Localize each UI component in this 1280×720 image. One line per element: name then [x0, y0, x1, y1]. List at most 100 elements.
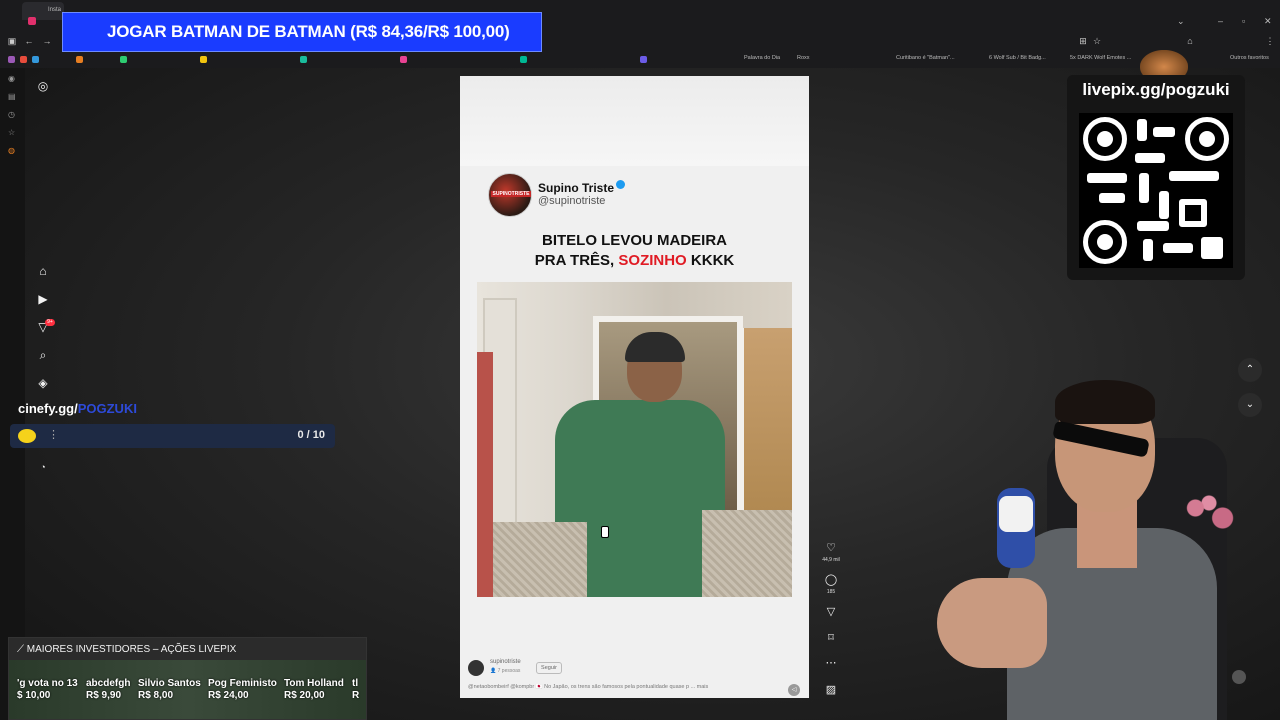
bookmark-icon[interactable] — [640, 56, 647, 63]
donation-alert-banner: JOGAR BATMAN DE BATMAN (R$ 84,36/R$ 100,… — [62, 12, 542, 52]
qr-module — [1159, 191, 1169, 219]
webcam-scene — [1055, 380, 1155, 424]
ticker-name: abcdefgh — [86, 678, 131, 689]
follow-button[interactable]: Seguir — [536, 662, 562, 674]
post-author-avatar: SUPINOTRISTE — [488, 173, 532, 217]
home-icon[interactable]: ⌂ — [33, 261, 53, 281]
headline-line-1: BITELO LEVOU MADEIRA — [541, 232, 727, 249]
qr-module — [1139, 173, 1149, 203]
audio-icon[interactable]: ▨ — [822, 683, 840, 696]
qr-module — [1163, 243, 1193, 253]
instagram-favicon-icon — [28, 17, 36, 25]
home-icon[interactable]: ⌂ — [1183, 36, 1197, 46]
tab-list-icon[interactable]: ⌄ — [1177, 16, 1185, 27]
search-icon[interactable]: ⌕ — [33, 345, 53, 365]
goal-mascot-icon — [18, 429, 36, 443]
footer-username[interactable]: supinotriste — [490, 659, 521, 665]
sidebar-app-icon[interactable]: ◉ — [8, 74, 17, 83]
ticker-value: R$ 9,90 — [86, 690, 122, 701]
sidebar-app-icon[interactable]: ◍ — [8, 146, 17, 155]
instagram-logo-icon[interactable]: ◎ — [33, 76, 53, 96]
ticker-value: R — [352, 690, 360, 701]
bookmark-icon[interactable] — [120, 56, 127, 63]
ticker-name: Tom Holland — [284, 678, 344, 689]
more-options-icon[interactable]: ⋯ — [822, 656, 840, 669]
share-icon[interactable]: ▽ — [822, 605, 840, 618]
bookmark-star-icon[interactable]: ☆ — [1090, 36, 1104, 47]
webcam-scene — [999, 496, 1033, 532]
bookmark-icon[interactable] — [8, 56, 15, 63]
qr-module — [1087, 173, 1127, 183]
cinefy-text: cinefy.gg/ — [18, 401, 78, 416]
video-scene — [477, 352, 493, 597]
bookmark-outros-favoritos[interactable]: Outros favoritos — [1230, 55, 1269, 61]
bookmark-icon[interactable] — [20, 56, 27, 63]
sidebar-history-icon[interactable]: ◷ — [8, 110, 17, 119]
post-caption[interactable]: @netaobombeirf @kompbr 🇯🇵 No Japão, os t… — [468, 684, 778, 690]
save-icon[interactable]: ⌑ — [822, 631, 840, 644]
comment-count: 185 — [826, 589, 836, 595]
post-headline: BITELO LEVOU MADEIRA PRA TRÊS, SOZINHO K… — [460, 231, 809, 271]
tab-title: Insta — [48, 7, 62, 13]
ticker-item: Pog Feministo R$ 24,00 — [208, 678, 277, 702]
qr-code-icon — [1079, 113, 1233, 268]
footer-tagged[interactable]: 👤 7 pessoas — [490, 668, 520, 674]
qr-title: livepix.gg/pogzuki — [1082, 80, 1230, 99]
back-icon[interactable]: ← — [22, 36, 36, 46]
alert-text: JOGAR BATMAN DE BATMAN (R$ 84,36/R$ 100,… — [107, 22, 510, 41]
sidebar-toggle-icon[interactable]: ▣ — [5, 36, 19, 47]
mouse-cursor-icon — [601, 526, 609, 538]
explore-icon[interactable]: ◈ — [33, 373, 53, 393]
comment-icon[interactable]: ◯ — [822, 573, 840, 586]
qr-module — [1137, 119, 1147, 141]
webcam-feed — [937, 378, 1243, 720]
bookmark-palavra-do-dia[interactable]: Palavra do Dia — [744, 55, 780, 61]
video-scene — [739, 328, 792, 518]
post-author-name: Supino Triste — [538, 180, 626, 195]
bookmark-curitibano[interactable]: Curitibano é "Batman"... — [896, 55, 955, 61]
video-scene — [477, 522, 587, 597]
goal-menu-icon: ⋮ — [48, 429, 59, 441]
close-icon[interactable]: ✕ — [1264, 16, 1272, 27]
reel-footer: supinotriste 👤 7 pessoas Seguir @netaobo… — [460, 656, 809, 698]
like-icon[interactable]: ♡ — [822, 541, 840, 554]
ticker-value: R$ 24,00 — [208, 690, 249, 701]
ticker-name: Silvio Santos — [138, 678, 201, 689]
ticker-name: Pog Feministo — [208, 678, 277, 689]
qr-module — [1137, 221, 1169, 231]
maximize-icon[interactable]: ▫ — [1242, 16, 1245, 26]
footer-avatar[interactable] — [468, 660, 484, 676]
threads-icon[interactable]: ◔ — [33, 457, 53, 477]
bookmark-icon[interactable] — [300, 56, 307, 63]
goal-progress-text: 0 / 10 — [297, 429, 325, 441]
webcam-scene — [937, 578, 1047, 668]
bookmark-icon[interactable] — [32, 56, 39, 63]
extensions-icon[interactable]: ⊞ — [1076, 36, 1090, 47]
qr-module — [1201, 237, 1223, 259]
bookmark-icon[interactable] — [200, 56, 207, 63]
qr-module — [1099, 193, 1125, 203]
qr-module — [1143, 239, 1153, 261]
reel-video[interactable] — [477, 282, 792, 597]
cinefy-hidden-text: POGZUKI — [77, 401, 137, 416]
reel-post[interactable]: SUPINOTRISTE Supino Triste @supinotriste… — [460, 76, 809, 698]
bookmark-dark-wolf[interactable]: 5x DARK Wolf Emotes ... — [1070, 55, 1131, 61]
minimize-icon[interactable]: – — [1218, 16, 1223, 26]
forward-icon[interactable]: → — [40, 36, 54, 46]
sidebar-app-icon[interactable]: ▤ — [8, 92, 17, 101]
sidebar-favorites-icon[interactable]: ☆ — [8, 128, 17, 137]
bookmark-icon[interactable] — [400, 56, 407, 63]
headline-line-2: PRA TRÊS, SOZINHO KKKK — [460, 251, 809, 271]
qr-finder — [1083, 220, 1127, 264]
notification-badge: 9+ — [45, 319, 55, 326]
bookmark-wolf-sub[interactable]: 6 Wolf Sub / Bit Badg... — [989, 55, 1046, 61]
menu-icon[interactable]: ⋮ — [1263, 36, 1277, 47]
top-investors-ticker: ⟋ MAIORES INVESTIDORES – AÇÕES LIVEPIX '… — [8, 637, 367, 720]
mute-icon[interactable]: ◁ — [788, 684, 800, 696]
reels-icon[interactable]: ▶ — [33, 289, 53, 309]
ticker-item: tl R — [352, 678, 359, 702]
bookmark-icon[interactable] — [520, 56, 527, 63]
ticker-value: R$ 20,00 — [284, 690, 325, 701]
bookmark-roxx[interactable]: Roxx — [797, 55, 810, 61]
bookmark-icon[interactable] — [76, 56, 83, 63]
